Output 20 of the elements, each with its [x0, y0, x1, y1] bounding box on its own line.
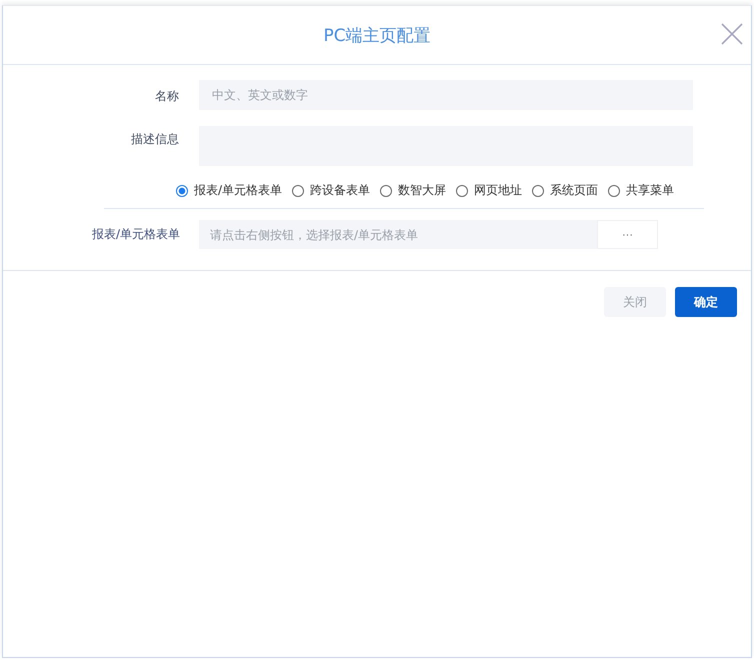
radio-button[interactable] — [292, 184, 304, 196]
radio-label[interactable]: 跨设备表单 — [310, 182, 370, 199]
radio-label[interactable]: 系统页面 — [550, 182, 598, 199]
radio-button[interactable] — [456, 184, 468, 196]
radio-button[interactable] — [532, 184, 544, 196]
radio-button[interactable] — [380, 184, 392, 196]
browse-button[interactable]: ··· — [597, 220, 658, 249]
input-field[interactable]: 中文、英文或数字 — [199, 80, 693, 110]
confirm-button[interactable]: 确定 — [675, 287, 737, 317]
radio-label[interactable]: 报表/单元格表单 — [194, 182, 282, 199]
radio-button[interactable] — [176, 184, 188, 196]
dialog-title: PC端主页配置 — [323, 24, 431, 46]
radio-button[interactable] — [608, 184, 620, 196]
radio-label[interactable]: 网页地址 — [474, 182, 522, 199]
radio-label[interactable]: 数智大屏 — [398, 182, 446, 199]
radio-label[interactable]: 共享菜单 — [626, 182, 674, 199]
field-label: 报表/单元格表单 — [92, 226, 182, 243]
field-label: 描述信息 — [130, 131, 179, 148]
field-label: 名称 — [154, 88, 179, 105]
input-field[interactable]: 请点击右侧按钮，选择报表/单元格表单 — [199, 220, 597, 249]
